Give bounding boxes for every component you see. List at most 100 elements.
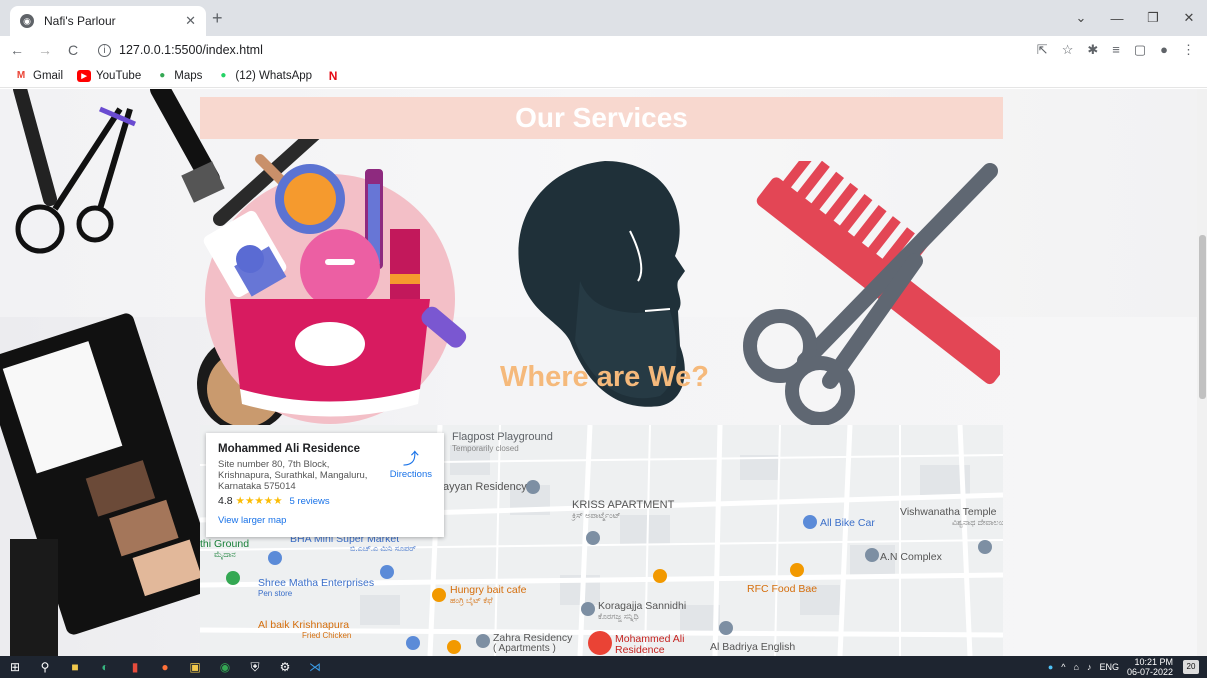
network-icon[interactable]: ⌂ <box>1074 662 1079 672</box>
reviews-link[interactable]: 5 reviews <box>290 496 330 507</box>
services-heading: Our Services <box>515 102 688 133</box>
map-label-ground[interactable]: thi Ground <box>200 538 249 550</box>
weather-icon[interactable]: ● <box>1048 662 1053 672</box>
map-place-card: Mohammed Ali Residence Site number 80, 7… <box>206 433 444 537</box>
reading-list-icon[interactable]: ≡ <box>1112 42 1120 58</box>
gmail-icon: M <box>16 70 26 81</box>
map-label-bha-sub: ಬಿ.ಎಚ್.ಎ ಮಿನಿ ಸೂಪರ್ <box>350 544 416 553</box>
map-label-mohammed-pin[interactable]: Mohammed Ali Residence <box>615 634 685 656</box>
page-scrollbar[interactable] <box>1197 89 1207 656</box>
volume-icon[interactable]: ♪ <box>1087 662 1092 672</box>
security-icon[interactable]: ⛨ <box>240 660 270 675</box>
map-label-badriya[interactable]: Al Badriya English <box>710 641 795 653</box>
edge-icon[interactable]: ◐ <box>90 660 120 674</box>
bookmark-whatsapp[interactable]: ● (12) WhatsApp <box>216 70 312 82</box>
site-info-icon[interactable]: i <box>98 43 111 57</box>
back-icon[interactable]: ← <box>6 42 28 58</box>
share-icon[interactable]: ⇱ <box>1037 42 1048 58</box>
map-label-zahra-sub: ( Apartments ) <box>493 643 556 654</box>
place-address: Site number 80, 7th Block, Krishnapura, … <box>218 459 368 492</box>
netflix-icon: N <box>328 68 338 83</box>
browser-tab[interactable]: ◉ Nafi's Parlour ✕ <box>10 6 206 36</box>
page-viewport: Our Services Where are We? Flagpost Play… <box>0 89 1197 656</box>
maps-icon: ● <box>159 70 166 81</box>
map-label-albaik[interactable]: Al baik Krishnapura <box>258 619 349 631</box>
system-tray: ● ^ ⌂ ♪ ENG 10:21 PM 06-07-2022 <box>1048 656 1173 678</box>
language-indicator[interactable]: ENG <box>1099 662 1119 672</box>
location-heading: Where are We? <box>500 361 709 393</box>
whatsapp-icon: ● <box>220 70 227 81</box>
settings-icon[interactable]: ⚙ <box>270 660 300 674</box>
close-window-icon[interactable]: ✕ <box>1171 10 1207 26</box>
map-label-kriss-sub: ಕ್ರಿಸ್ ಅಪಾರ್ಟ್ಮೆಂಟ್ <box>572 511 621 520</box>
file-explorer-icon[interactable]: ■ <box>60 660 90 674</box>
store-icon[interactable]: ▣ <box>180 660 210 674</box>
extensions-icon[interactable]: ✱ <box>1087 42 1098 58</box>
new-tab-icon[interactable]: + <box>212 8 223 29</box>
scrollbar-thumb[interactable] <box>1199 235 1206 399</box>
search-icon[interactable]: ⚲ <box>30 660 60 674</box>
clock-date: 06-07-2022 <box>1126 667 1173 677</box>
bookmark-gmail[interactable]: M Gmail <box>14 70 63 82</box>
map-label-hungry-sub: ಹಂಗ್ರಿ ಬೈಟ್ ಕೆಫೆ <box>450 596 493 605</box>
bookmarks-bar: M Gmail ▶ YouTube ● Maps ● (12) WhatsApp… <box>0 64 1207 88</box>
office-icon[interactable]: ▮ <box>120 660 150 674</box>
bookmark-youtube[interactable]: ▶ YouTube <box>77 69 141 82</box>
map-label-rfc[interactable]: RFC Food Bae <box>747 583 817 595</box>
haircut-service-icon[interactable] <box>735 161 1000 431</box>
address-bar: ← → C i 127.0.0.1:5500/index.html <box>0 36 1207 64</box>
map-label-bike-car[interactable]: All Bike Car <box>820 517 875 529</box>
clock[interactable]: 10:21 PM 06-07-2022 <box>1127 657 1173 677</box>
view-larger-map-link[interactable]: View larger map <box>218 515 432 526</box>
clock-time: 10:21 PM <box>1134 657 1173 667</box>
bookmark-star-icon[interactable]: ☆ <box>1062 42 1074 58</box>
side-panel-icon[interactable]: ▢ <box>1134 42 1146 58</box>
tab-strip: ◉ Nafi's Parlour ✕ + ⌄ — ❐ ✕ <box>0 0 1207 36</box>
services-banner: Our Services <box>200 97 1003 139</box>
directions-button[interactable]: ⤴ Directions <box>390 445 432 480</box>
map-label-flagpost[interactable]: Flagpost Playground <box>452 431 553 443</box>
restore-icon[interactable]: ❐ <box>1135 10 1171 26</box>
rating-stars: ★★★★★ <box>235 495 283 507</box>
profile-avatar[interactable]: ● <box>1160 42 1168 58</box>
reload-icon[interactable]: C <box>62 42 84 58</box>
directions-icon: ⤴ <box>402 451 419 468</box>
globe-icon: ◉ <box>20 14 34 28</box>
map-label-kriss[interactable]: KRISS APARTMENT <box>572 499 674 511</box>
notification-badge[interactable]: 20 <box>1183 660 1199 674</box>
close-tab-icon[interactable]: ✕ <box>185 13 196 29</box>
windows-start-icon[interactable]: ⊞ <box>0 660 30 674</box>
chrome-icon[interactable]: ◉ <box>210 660 240 674</box>
url-field[interactable]: i 127.0.0.1:5500/index.html <box>98 39 968 61</box>
tray-chevron-icon[interactable]: ^ <box>1061 662 1065 672</box>
map-label-koragajja-sub: ಕೊರಗಜ್ಜ ಸನ್ನಿಧಿ <box>598 612 639 621</box>
map-label-an-complex[interactable]: A.N Complex <box>880 551 942 563</box>
toolbar-icons: ⇱ ☆ ✱ ≡ ▢ ● ⋮ <box>1037 42 1195 58</box>
map-label-temp-closed: Temporarily closed <box>452 444 519 453</box>
minimize-icon[interactable]: — <box>1099 11 1135 26</box>
youtube-icon: ▶ <box>77 69 92 82</box>
menu-icon[interactable]: ⋮ <box>1182 42 1195 58</box>
map-label-vishwanatha-sub: ವಿಶ್ವನಾಥ ದೇವಾಲಯ <box>952 518 1003 527</box>
forward-icon[interactable]: → <box>34 42 56 58</box>
map-label-hungry[interactable]: Hungry bait cafe <box>450 584 526 596</box>
windows-taskbar: ⊞ ⚲ ■ ◐ ▮ ● ▣ ◉ ⛨ ⚙ ⋊ <box>0 656 1207 678</box>
firefox-icon[interactable]: ● <box>150 660 180 674</box>
tab-search-icon[interactable]: ⌄ <box>1063 10 1099 26</box>
url-text: 127.0.0.1:5500/index.html <box>119 43 263 57</box>
map-label-residency[interactable]: ayyan Residency <box>443 481 527 493</box>
makeup-service-icon[interactable] <box>200 159 470 429</box>
vscode-icon[interactable]: ⋊ <box>300 660 330 674</box>
bookmark-netflix[interactable]: N <box>326 68 345 83</box>
map-label-shree[interactable]: Shree Matha Enterprises <box>258 577 374 589</box>
window-controls: ⌄ — ❐ ✕ <box>1063 0 1207 36</box>
map-label-vishwanatha[interactable]: Vishwanatha Temple <box>900 506 997 518</box>
map-label-ground-sub: ಮೈದಾನ <box>214 550 236 559</box>
map-label-pen-store: Pen store <box>258 589 293 598</box>
map-label-fried-chicken: Fried Chicken <box>302 631 352 640</box>
place-rating: 4.8 ★★★★★ 5 reviews <box>218 495 432 507</box>
rating-value: 4.8 <box>218 495 233 507</box>
map-label-koragajja[interactable]: Koragajja Sannidhi <box>598 600 686 612</box>
bookmark-maps[interactable]: ● Maps <box>155 70 202 82</box>
tab-title: Nafi's Parlour <box>44 14 116 28</box>
